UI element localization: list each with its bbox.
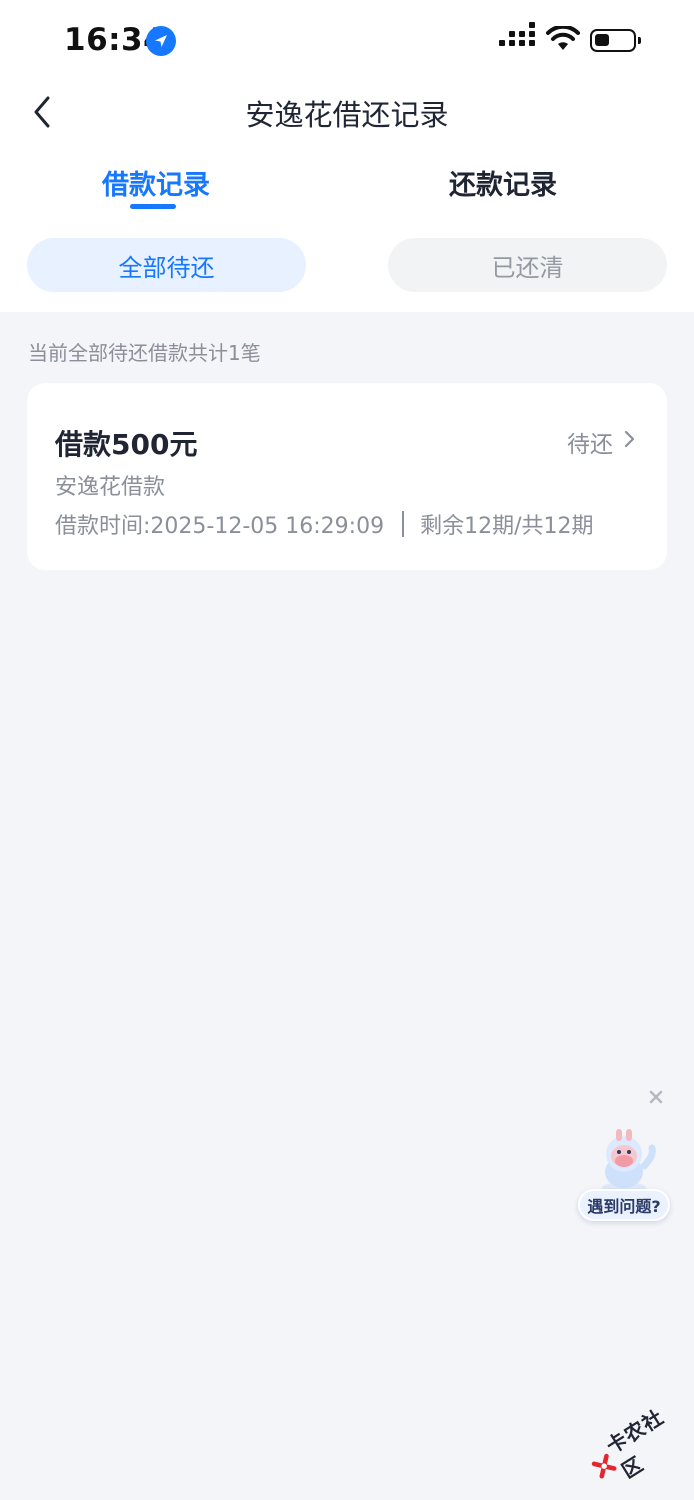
cellular-signal-icon xyxy=(499,22,535,52)
loan-status: 待还 xyxy=(567,432,613,458)
tab-borrow-records[interactable]: 借款记录 xyxy=(102,163,210,202)
filter-label: 全部待还 xyxy=(118,253,215,282)
loan-periods: 剩余12期/共12期 xyxy=(420,514,594,539)
location-arrow-icon xyxy=(146,26,176,56)
close-icon[interactable] xyxy=(645,1086,667,1108)
battery-icon xyxy=(590,29,641,52)
loan-amount: 借款500元 xyxy=(55,428,198,461)
divider xyxy=(402,511,405,537)
page-title: 安逸花借还记录 xyxy=(245,98,449,132)
filter-all-pending[interactable]: 全部待还 xyxy=(27,238,306,292)
chevron-right-icon xyxy=(624,430,635,448)
filter-paid-off[interactable]: 已还清 xyxy=(388,238,667,292)
filter-label: 已还清 xyxy=(491,253,564,282)
tab-repay-records[interactable]: 还款记录 xyxy=(449,163,557,202)
loan-product: 安逸花借款 xyxy=(55,475,166,500)
mascot-icon[interactable] xyxy=(594,1126,664,1196)
loan-meta: 借款时间:2025-12-05 16:29:09 剩余12期/共12期 xyxy=(55,508,593,540)
wifi-icon xyxy=(546,24,580,52)
help-button[interactable]: 遇到问题? xyxy=(578,1189,670,1221)
loan-time: 借款时间:2025-12-05 16:29:09 xyxy=(55,514,385,539)
loan-card[interactable]: 借款500元 待还 安逸花借款 借款时间:2025-12-05 16:29:09… xyxy=(27,383,667,570)
summary-text: 当前全部待还借款共计1笔 xyxy=(28,341,261,365)
tab-active-indicator xyxy=(130,204,176,209)
watermark: 卡农社区 xyxy=(582,1397,693,1492)
